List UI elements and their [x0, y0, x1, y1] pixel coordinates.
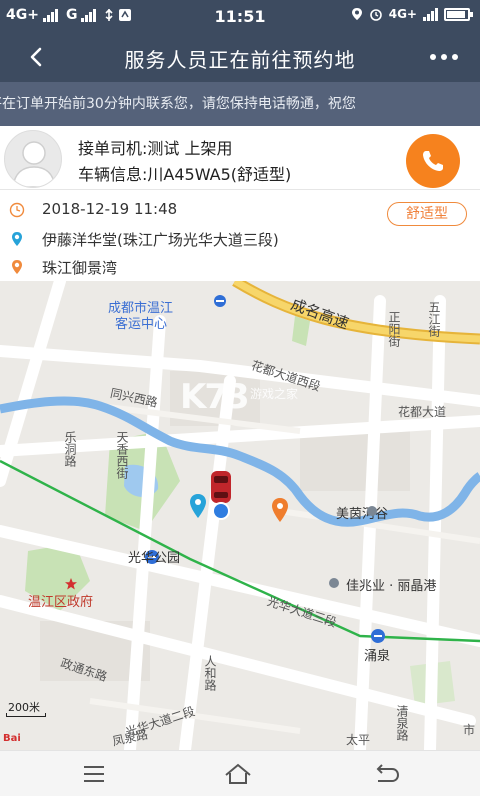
map-scale-bar: [6, 713, 46, 717]
pickup-pin-icon: [12, 232, 22, 246]
system-nav-bar: [0, 750, 480, 796]
app-root: 4G+ G 11:51 4G+ 服务人员正在前往预约地 将在订单开始前30分钟内…: [0, 0, 480, 796]
battery-icon: [444, 7, 473, 21]
clock-icon: [9, 202, 25, 218]
phone-icon: [423, 151, 443, 171]
map-label-huadu: 花都大道: [398, 405, 447, 419]
vehicle-info: 车辆信息:川A45WA5(舒适型): [78, 165, 292, 184]
alarm-icon: [369, 9, 382, 21]
map-label-renhe: 人和路: [203, 655, 217, 691]
car-marker-icon: [211, 471, 231, 503]
notice-text: 将在订单开始前30分钟内联系您，请您保持电话畅通，祝您: [0, 96, 356, 112]
system-back-button[interactable]: [366, 759, 406, 789]
current-location-icon: [212, 502, 230, 520]
destination-row: 珠江御景湾: [0, 252, 480, 282]
map-label-wujiang: 五江街: [427, 301, 441, 337]
poi-jiazhaoye-icon: [329, 578, 339, 588]
map-label-guanghua-park: 光华公园: [128, 551, 181, 566]
more-dots-icon: [430, 54, 436, 60]
trip-time-row: 2018-12-19 11:48 舒适型: [0, 195, 480, 226]
home-button[interactable]: [218, 759, 258, 789]
map-label-bus-station-2: 客运中心: [115, 317, 168, 332]
destination-map-pin-icon: [272, 498, 288, 522]
driver-name: 接单司机:测试 上架用: [78, 139, 233, 158]
avatar-placeholder-icon: [12, 141, 56, 187]
pickup-map-pin-icon: [190, 494, 206, 518]
nav-bar: 服务人员正在前往预约地: [0, 32, 480, 82]
page-title: 服务人员正在前往预约地: [124, 48, 356, 72]
map-label-yongquan: 涌泉: [364, 649, 391, 664]
back-arrow-icon: [376, 764, 400, 782]
map-label-taiping: 太平: [346, 733, 371, 747]
map-label-tianxiang: 天香西街: [115, 431, 129, 479]
status-bar: 4G+ G 11:51 4G+: [0, 0, 480, 32]
car-class-badge: 舒适型: [387, 202, 467, 226]
pickup-row: 伊藤洋华堂(珠江广场光华大道三段): [0, 224, 480, 254]
map-brand-logo: Bai: [3, 733, 21, 744]
more-button[interactable]: [424, 46, 464, 68]
pickup-address: 伊藤洋华堂(珠江广场光华大道三段): [42, 231, 279, 249]
watermark-sub: 游戏之家: [250, 387, 299, 401]
destination-pin-icon: [12, 260, 22, 274]
map-label-jiazhaoye: 佳兆业 · 丽晶港: [346, 579, 437, 594]
location-icon: [351, 8, 362, 20]
watermark-logo: K73: [180, 377, 250, 417]
map-label-lehe: 乐洞路: [63, 431, 77, 467]
map-label-district-gov: 温江区政府: [28, 595, 94, 610]
map-view[interactable]: 成名高速 成都市温江 客运中心 正阳街 五江街 花都大道西段 花都大道 同兴西路…: [0, 281, 480, 750]
poi-meiyin-icon: [367, 506, 377, 516]
trip-info: 2018-12-19 11:48 舒适型 伊藤洋华堂(珠江广场光华大道三段) 珠…: [0, 191, 480, 281]
menu-icon: [84, 766, 104, 782]
avatar: [4, 130, 62, 188]
destination-address: 珠江御景湾: [42, 259, 118, 277]
network-right-label: 4G+: [388, 7, 417, 21]
notice-banner: 将在订单开始前30分钟内联系您，请您保持电话畅通，祝您: [0, 82, 480, 126]
government-star-icon: [65, 578, 77, 590]
signal-icon-3: [423, 7, 438, 21]
map-label-qingquan: 清泉路: [395, 705, 409, 741]
call-driver-button[interactable]: [406, 134, 460, 188]
home-icon: [225, 763, 251, 784]
map-label-shi: 市: [463, 723, 476, 737]
trip-datetime: 2018-12-19 11:48: [42, 200, 178, 218]
map-label-meiyin: 美茵河谷: [336, 507, 389, 522]
map-base: [0, 281, 480, 750]
status-right: 4G+: [351, 7, 473, 21]
menu-button[interactable]: [74, 759, 114, 789]
map-label-zhengyang: 正阳街: [387, 311, 401, 347]
